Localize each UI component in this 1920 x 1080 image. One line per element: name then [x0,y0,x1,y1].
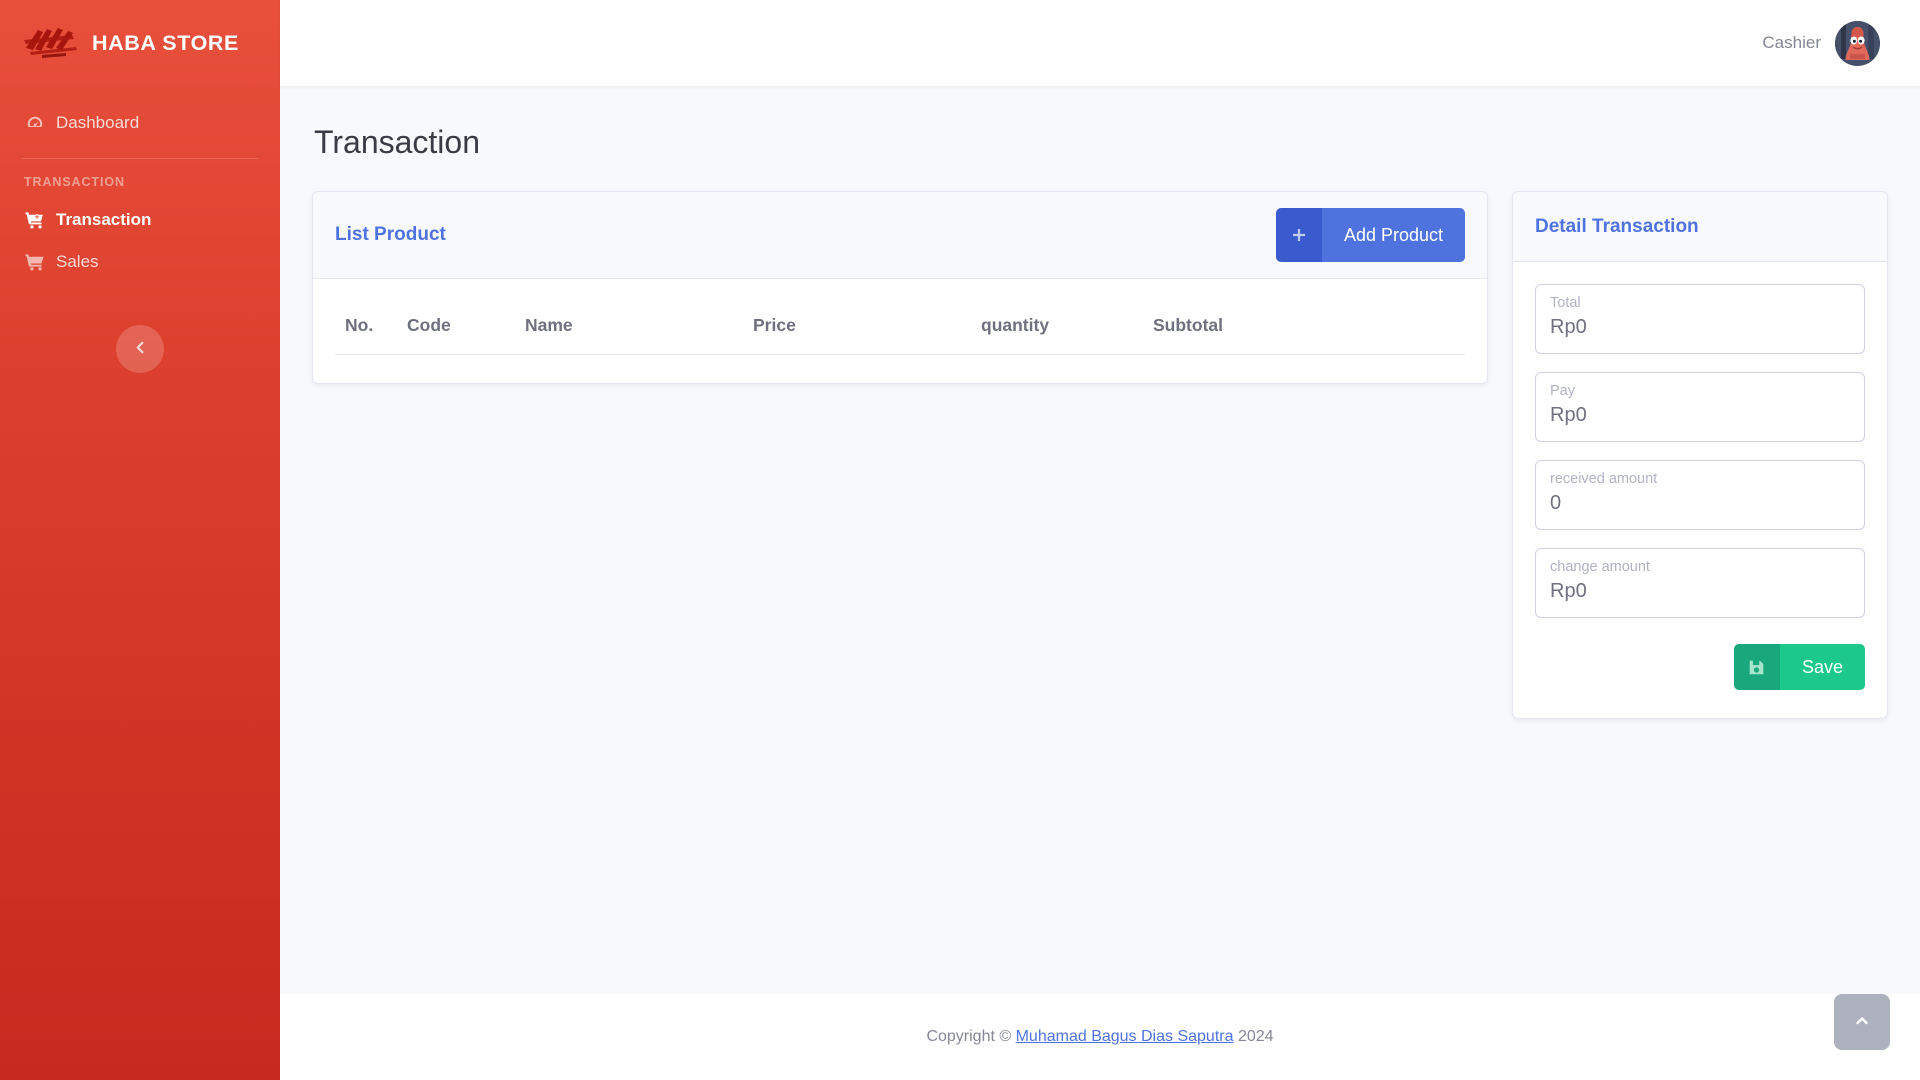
received-amount-field[interactable]: received amount 0 [1535,460,1865,530]
page-content: Transaction List Product Add Product No.… [280,86,1920,966]
change-amount-field[interactable]: change amount Rp0 [1535,548,1865,618]
detail-transaction-column: Detail Transaction Total Rp0 Pay Rp0 rec… [1512,191,1888,719]
detail-transaction-title: Detail Transaction [1535,215,1699,237]
footer: Copyright © Muhamad Bagus Dias Saputra 2… [280,994,1920,1080]
column-header-quantity: quantity [971,301,1143,355]
sidebar-divider [22,158,258,159]
sidebar-item-transaction[interactable]: Transaction [0,199,280,241]
received-amount-label: received amount [1550,471,1658,487]
cart-plus-icon [24,211,45,229]
page-title: Transaction [314,124,480,160]
table-header-row: No. Code Name Price quantity Subtotal [335,301,1465,355]
column-header-subtotal: Subtotal [1143,301,1465,355]
content-area: Cashier Transaction List Product Add Pro… [280,0,1920,1080]
sidebar: HABA STORE Dashboard TRANSACTION Transac… [0,0,280,1080]
column-header-no: No. [335,301,397,355]
product-table-head: No. Code Name Price quantity Subtotal [335,301,1465,355]
detail-actions: Save [1535,636,1865,690]
save-button[interactable]: Save [1733,644,1865,690]
list-product-column: List Product Add Product No. Code Name P… [312,191,1488,384]
footer-suffix: 2024 [1233,1028,1274,1045]
product-table: No. Code Name Price quantity Subtotal [335,301,1465,355]
change-amount-value: Rp0 [1550,580,1587,602]
avatar[interactable] [1835,20,1880,66]
footer-author-link[interactable]: Muhamad Bagus Dias Saputra [1016,1028,1234,1045]
brand[interactable]: HABA STORE [0,0,280,86]
user-name: Cashier [1762,33,1821,52]
add-product-button[interactable]: Add Product [1275,208,1465,262]
footer-text: Copyright © Muhamad Bagus Dias Saputra 2… [926,1028,1273,1046]
sidebar-item-sales[interactable]: Sales [0,241,280,283]
save-label: Save [1779,644,1865,690]
change-amount-label: change amount [1550,559,1650,575]
tachometer-icon [24,114,45,132]
sidebar-item-dashboard[interactable]: Dashboard [0,102,280,144]
app-root: HABA STORE Dashboard TRANSACTION Transac… [0,0,1920,1080]
footer-prefix: Copyright © [926,1028,1016,1045]
user-menu[interactable]: Cashier [1762,20,1880,66]
received-amount-value: 0 [1550,492,1562,514]
shopping-cart-icon [24,253,45,271]
add-product-label: Add Product [1321,208,1465,262]
sidebar-collapse-button[interactable] [116,325,164,373]
save-icon [1733,644,1780,690]
sidebar-heading: TRANSACTION [24,175,125,189]
detail-transaction-header: Detail Transaction [1513,192,1887,262]
sidebar-item-label: Dashboard [56,113,140,132]
column-header-code: Code [397,301,515,355]
plus-icon [1275,208,1322,262]
pay-field-value: Rp0 [1550,404,1587,426]
list-product-body: No. Code Name Price quantity Subtotal [313,279,1487,383]
detail-transaction-body: Total Rp0 Pay Rp0 received amount 0 chan… [1513,262,1887,718]
chevron-up-icon [1854,1013,1870,1032]
pay-field-label: Pay [1550,383,1575,399]
column-header-name: Name [515,301,743,355]
sidebar-nav: Dashboard TRANSACTION Transaction Sales [0,86,280,373]
total-field-value: Rp0 [1550,316,1587,338]
topbar: Cashier [280,0,1920,86]
brand-name: HABA STORE [92,30,239,55]
pay-field[interactable]: Pay Rp0 [1535,372,1865,442]
main-row: List Product Add Product No. Code Name P… [312,191,1888,719]
collapse-wrap [0,325,280,373]
chevron-left-icon [133,340,148,358]
total-field[interactable]: Total Rp0 [1535,284,1865,354]
column-header-price: Price [743,301,971,355]
sidebar-item-label: Transaction [56,210,152,229]
scroll-to-top-button[interactable] [1834,994,1890,1050]
list-product-header: List Product Add Product [313,192,1487,279]
list-product-card: List Product Add Product No. Code Name P… [312,191,1488,384]
sidebar-item-label: Sales [56,252,99,271]
detail-transaction-card: Detail Transaction Total Rp0 Pay Rp0 rec… [1512,191,1888,719]
total-field-label: Total [1550,295,1581,311]
haba-graffiti-logo-icon [22,22,80,64]
list-product-title: List Product [335,224,446,245]
